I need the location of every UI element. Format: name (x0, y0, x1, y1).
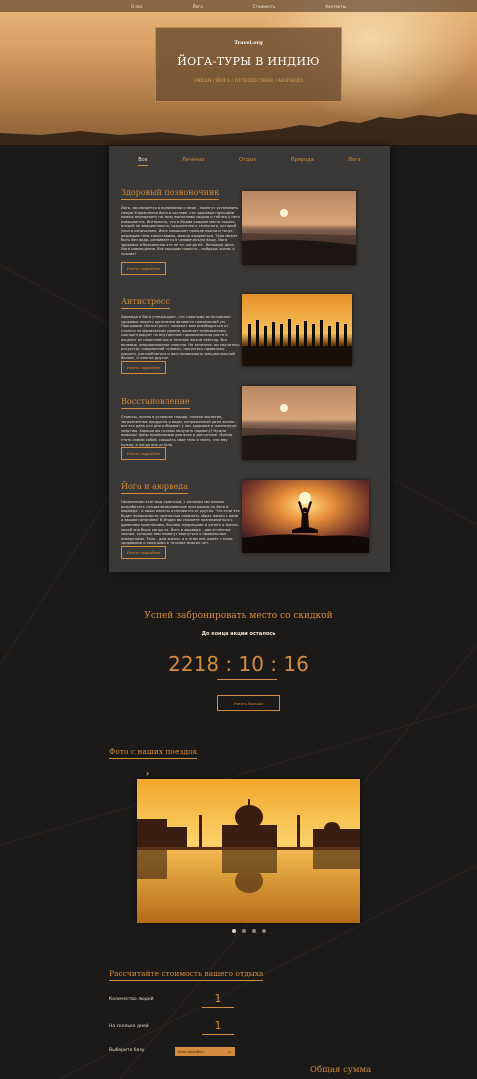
photo-sunset-beach (242, 191, 356, 265)
countdown-timer: 2218 : 10 : 16 (168, 652, 309, 676)
chevron-down-icon: ⌄ (226, 1048, 232, 1055)
total-title: Общая сумма (310, 1065, 372, 1075)
people-input-underline (202, 1007, 234, 1008)
slider-dots (232, 929, 266, 933)
read-more-button[interactable]: Узнать подробнее (121, 546, 166, 559)
read-more-button[interactable]: Узнать подробнее (121, 447, 166, 460)
read-more-button[interactable]: Узнать подробнее (121, 361, 166, 374)
timer-underline (217, 679, 277, 680)
promo-title: Успей забронировать место со скидкой (144, 611, 333, 621)
article-text: Незаменимо этот вид практики, с которым … (121, 500, 240, 546)
read-more-button[interactable]: Узнать подробнее (121, 262, 166, 275)
programs-card: Все Лечение Отдых Природа Йога Здоровый … (109, 146, 390, 572)
nav-link-contacts[interactable]: Контакты (325, 4, 346, 9)
calculator-title: Рассчитайте стоимость вашего отдыха (109, 969, 264, 981)
nav-link-about[interactable]: О нас (131, 4, 143, 9)
site-logo-text[interactable]: Travel.org (156, 40, 341, 46)
slider-dot[interactable] (252, 929, 256, 933)
people-input[interactable]: 1 (202, 992, 234, 1005)
tab-rest[interactable]: Отдых (239, 157, 256, 166)
tab-treatment[interactable]: Лечение (182, 157, 204, 166)
article-text: Стрессы, жизнь в условиях города, плохая… (121, 415, 237, 447)
hero-banner: О нас Йога Стоимость Контакты Travel.org… (0, 0, 477, 145)
chevron-right-icon[interactable]: › (146, 769, 149, 778)
slider-dot[interactable] (262, 929, 266, 933)
tab-all[interactable]: Все (138, 157, 148, 166)
base-label: Выберите базу (109, 1048, 145, 1053)
treeline-silhouette (0, 113, 477, 145)
photo-yoga-silhouette (242, 480, 369, 553)
photo-sunset-shore (242, 386, 356, 460)
base-select[interactable]: База Арамбол ⌄ (175, 1047, 235, 1056)
nav-link-price[interactable]: Стоимость (253, 4, 276, 9)
article-text: Йога, заключается в понимании и мере - п… (121, 206, 240, 256)
people-label: Количество людей (109, 997, 154, 1002)
article-title: Восстановление (121, 397, 190, 409)
days-input-underline (202, 1034, 234, 1035)
base-select-value: База Арамбол (178, 1049, 204, 1054)
nav-link-yoga[interactable]: Йога (193, 4, 203, 9)
gallery-slide-taj-mahal (137, 779, 360, 923)
slider-dot[interactable] (232, 929, 236, 933)
article-title: Йога и аюрведа (121, 482, 188, 494)
hero-title-box: Travel.org ЙОГА-ТУРЫ В ИНДИЮ ОКЕАН / ЙОГ… (155, 27, 342, 102)
article-title: Здоровый позвоночник (121, 188, 220, 200)
days-label: На сколько дней (109, 1024, 149, 1029)
top-nav: О нас Йога Стоимость Контакты (0, 0, 477, 12)
learn-more-button[interactable]: Узнать больше (217, 695, 280, 711)
slider-dot[interactable] (242, 929, 246, 933)
article-title: Антистресс (121, 297, 170, 309)
gallery-title: Фото с наших поездок (109, 747, 198, 759)
photo-group-yoga (242, 294, 352, 366)
days-input[interactable]: 1 (202, 1019, 234, 1032)
filter-tabs: Все Лечение Отдых Природа Йога (109, 157, 390, 166)
promo-subtitle: До конца акции осталось (201, 631, 276, 637)
hero-subtitle: ОКЕАН / ЙОГА / ПУТЕШЕСТВИЕ / АЮРВЕДА (193, 79, 304, 84)
tab-nature[interactable]: Природа (291, 157, 314, 166)
tab-yoga[interactable]: Йога (348, 157, 361, 166)
article-text: Аюрведа и йога утверждают, что главными … (121, 315, 240, 361)
page-title: ЙОГА-ТУРЫ В ИНДИЮ (177, 55, 320, 68)
